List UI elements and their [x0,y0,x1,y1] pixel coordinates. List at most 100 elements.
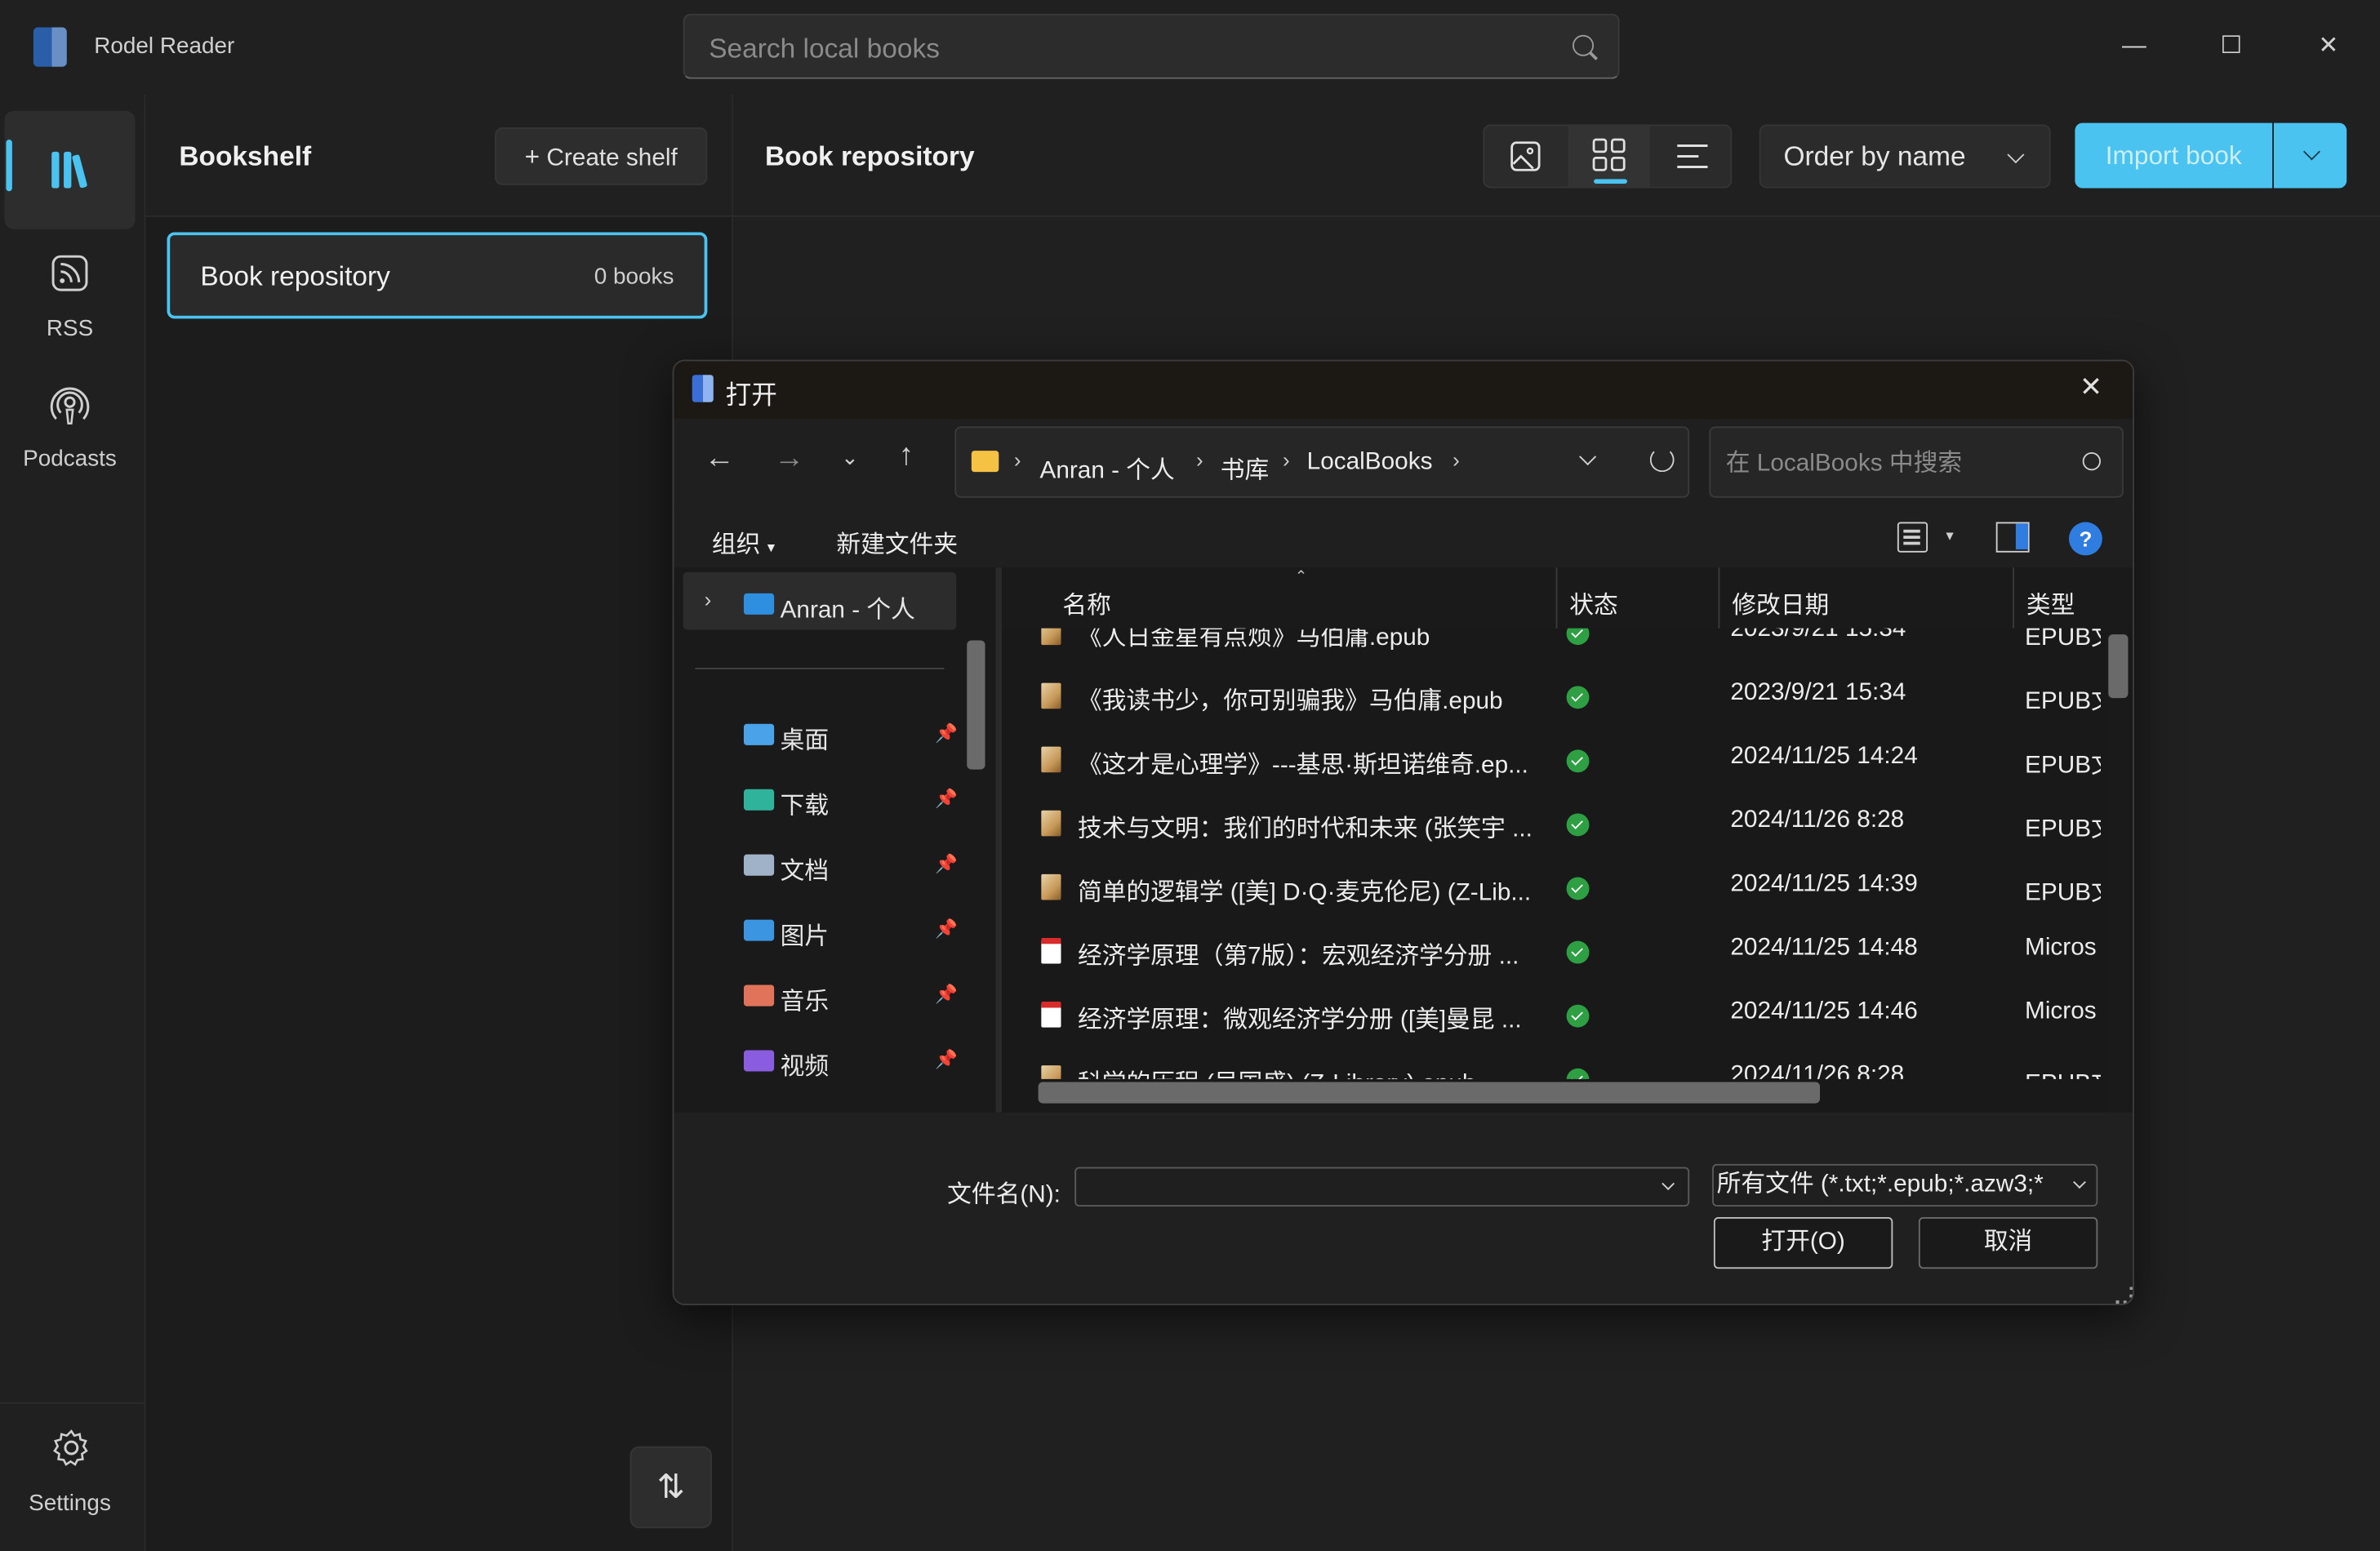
import-options-button[interactable] [2273,122,2347,189]
music-folder-icon [743,984,775,1007]
view-options-chevron-icon[interactable]: ▾ [1946,528,1953,544]
expand-chevron-icon[interactable]: › [705,587,712,611]
dialog-app-icon [692,375,714,402]
create-shelf-button[interactable]: + Create shelf [495,127,708,185]
sync-ok-icon [1566,813,1590,837]
dialog-search-input[interactable] [1723,447,2063,482]
shelf-item-book-repository[interactable]: Book repository 0 books [167,232,708,319]
nav-pane-scrollbar[interactable] [967,640,985,770]
refresh-icon[interactable] [1649,447,1675,473]
breadcrumb-item[interactable]: 书库 [1221,449,1270,486]
sync-ok-icon [1566,628,1590,646]
file-list-hscrollbar[interactable] [1038,1082,1821,1104]
column-date[interactable]: 修改日期 [1732,584,1829,621]
file-type: EPUB文 [2025,753,2101,779]
rail-divider [0,1402,145,1404]
chevron-down-icon[interactable] [1662,1177,1675,1190]
dialog-search-box[interactable] [1709,426,2124,498]
search-icon[interactable] [1573,34,1595,56]
sync-ok-icon [1566,686,1590,709]
breadcrumb-item[interactable]: LocalBooks [1307,449,1433,476]
sort-arrows-icon: ⇅ [656,1467,685,1506]
pin-icon: 📌 [935,722,959,744]
search-icon[interactable] [2082,452,2101,471]
file-date: 2024/11/25 14:39 [1730,871,1918,897]
order-dropdown[interactable]: Order by name [1759,124,2051,189]
breadcrumb-separator-icon: › [1195,447,1203,473]
rail-item-rss[interactable]: RSS [5,246,136,364]
open-button[interactable]: 打开(O) [1713,1216,1893,1269]
file-row[interactable]: 科学的历程 (吴国盛) (Z-Library).epub 2024/11/26 … [1002,1047,2106,1079]
column-name[interactable]: 名称 [1062,584,1111,621]
file-name: 《我读书少，你可别骗我》马伯庸.epub [1077,689,1503,715]
minimize-button[interactable]: — [2099,21,2169,73]
new-folder-button[interactable]: 新建文件夹 [836,523,958,560]
rail-label-rss: RSS [46,315,94,342]
file-date: 2024/11/25 14:46 [1730,998,1918,1024]
page-title: Book repository [764,140,975,172]
import-book-button[interactable]: Import book [2075,122,2273,189]
rail-item-podcasts[interactable]: Podcasts [5,376,136,495]
help-icon[interactable]: ? [2068,522,2102,556]
column-separator[interactable] [2013,567,2015,629]
sort-toggle-button[interactable]: ⇅ [629,1446,712,1529]
file-row[interactable]: 简单的逻辑学 ([美] D·Q·麦克伦尼) (Z-Lib... 2024/11/… [1002,856,2106,920]
grid-view-button[interactable] [1568,126,1650,187]
cancel-button[interactable]: 取消 [1918,1216,2098,1269]
list-view-button[interactable] [1652,126,1733,186]
file-date: 2023/9/21 15:34 [1730,628,1906,642]
shelf-count: 0 books [594,264,674,291]
resize-grip-icon[interactable] [2115,1287,2133,1304]
forward-arrow-icon[interactable]: → [774,442,804,477]
file-date: 2024/11/25 14:24 [1730,743,1918,770]
column-separator[interactable] [1718,567,1720,629]
order-label: Order by name [1783,140,1966,172]
maximize-button[interactable]: ☐ [2196,21,2267,73]
rail-item-library[interactable] [4,110,136,229]
pane-splitter[interactable] [995,567,1003,1113]
column-separator[interactable] [1555,567,1558,629]
breadcrumb-item[interactable]: Anran - 个人 [1039,449,1174,486]
column-status[interactable]: 状态 [1569,584,1618,621]
search-input[interactable] [705,29,1563,69]
file-type-filter[interactable]: 所有文件 (*.txt;*.epub;*.azw3;* [1712,1163,2098,1207]
file-type: EPUB文 [2025,689,2101,715]
file-row[interactable]: 《人日金星有点烦》马伯庸.epub 2023/9/21 15:34 EPUB文 [1002,628,2106,665]
preview-pane-icon[interactable] [1995,522,2030,553]
image-icon [1510,141,1541,171]
cover-view-button[interactable] [1484,126,1566,186]
pdf-file-icon [1041,937,1061,964]
desktop-folder-icon [743,723,775,745]
organize-button[interactable]: 组织 ▾ [712,523,775,560]
rail-item-settings[interactable]: Settings [5,1420,136,1539]
file-row[interactable]: 经济学原理：微观经济学分册 ([美]曼昆 ... 2024/11/25 14:4… [1002,984,2106,1047]
search-box[interactable] [683,13,1620,79]
chevron-down-icon [2302,143,2320,161]
column-type[interactable]: 类型 [2026,584,2075,621]
up-arrow-icon[interactable]: ↑ [899,438,914,473]
back-arrow-icon[interactable]: ← [705,442,735,477]
file-list-vscrollbar[interactable] [2108,634,2129,699]
recent-chevron-icon[interactable]: ⌄ [841,445,859,471]
close-button[interactable]: ✕ [2293,21,2364,73]
nav-root-label: Anran - 个人 [780,598,915,624]
rail-active-indicator [6,140,12,192]
file-row[interactable]: 《这才是心理学》---基思·斯坦诺维奇.ep... 2024/11/25 14:… [1002,728,2106,792]
address-dropdown-icon[interactable] [1579,448,1597,466]
view-options-icon[interactable] [1897,522,1928,553]
address-bar[interactable]: › Anran - 个人 › 书库 › LocalBooks › [954,426,1690,498]
file-type-filter-value: 所有文件 (*.txt;*.epub;*.azw3;* [1716,1171,2044,1198]
sort-ascending-icon: ⌃ [1294,569,1308,586]
downloads-folder-icon [743,789,775,811]
file-row[interactable]: 《我读书少，你可别骗我》马伯庸.epub 2023/9/21 15:34 EPU… [1002,664,2106,728]
filename-input[interactable] [1074,1167,1690,1207]
folder-icon [971,451,999,473]
dialog-close-button[interactable]: ✕ [2080,371,2102,403]
file-row[interactable]: 技术与文明：我们的时代和未来 (张笑宇 ... 2024/11/26 8:28 … [1002,792,2106,855]
pin-icon: 📌 [935,787,959,809]
file-list: 《人日金星有点烦》马伯庸.epub 2023/9/21 15:34 EPUB文 … [1002,628,2106,1079]
grid-icon [1592,138,1626,171]
onedrive-icon [743,593,775,615]
file-row[interactable]: 经济学原理（第7版）：宏观经济学分册 ... 2024/11/25 14:48 … [1002,920,2106,984]
file-date: 2024/11/26 8:28 [1730,807,1905,833]
